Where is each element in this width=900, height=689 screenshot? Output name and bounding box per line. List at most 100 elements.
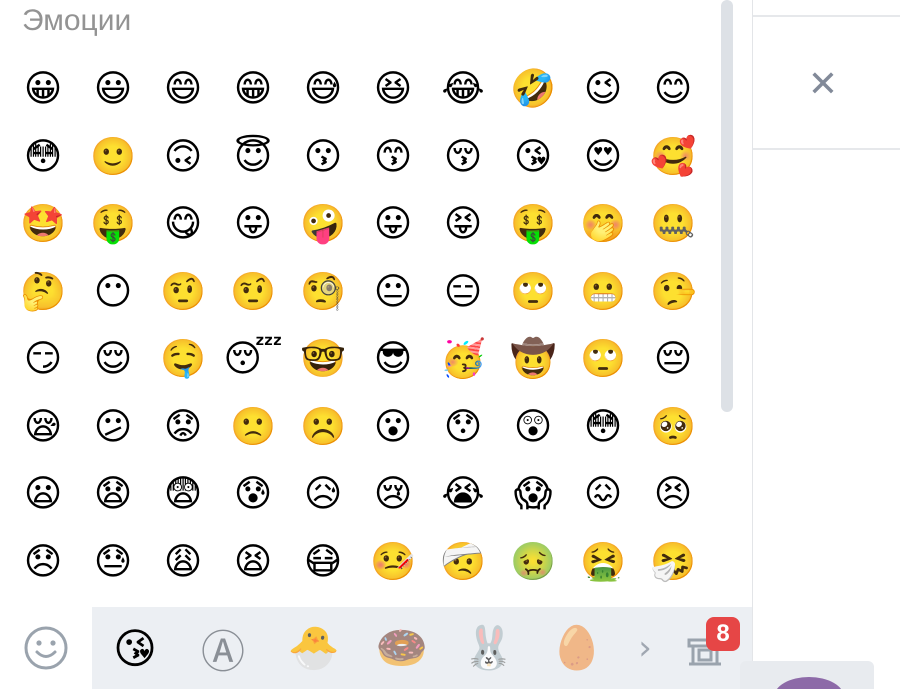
store-badge: 8 xyxy=(706,617,740,651)
emoji-item[interactable]: 😋 xyxy=(148,190,218,258)
emoji-item[interactable]: 🤨 xyxy=(218,258,288,326)
emoji-item[interactable]: 😢 xyxy=(358,460,428,528)
emoji-item[interactable]: 😮 xyxy=(358,393,428,461)
emoji-tab[interactable] xyxy=(0,607,92,689)
emoji-item[interactable]: 🤨 xyxy=(148,258,218,326)
emoji-grid: 😀 😃 😄 😁 😅 😆 😂 🤣 😉 😊 😳 🙂 🙃 😇 😗 😙 😚 😘 😍 🥰 🤩 🤑 😋 😛 🤪 😛 😝 🤑 🤭 🤐 🤔 😶 🤨 🤨 🧐 😐 😑 🙄 😬 🤥… xyxy=(8,55,708,595)
scrollbar-thumb[interactable] xyxy=(721,0,733,412)
emoji-item[interactable]: 🤭 xyxy=(568,190,638,258)
emoji-item[interactable]: 🤠 xyxy=(498,325,568,393)
emoji-item[interactable]: 😔 xyxy=(638,325,708,393)
emoji-item[interactable]: 😫 xyxy=(218,528,288,596)
emoji-item[interactable]: 😩 xyxy=(148,528,218,596)
emoji-item[interactable]: 😧 xyxy=(78,460,148,528)
sticker-packs-bar: 😘 Ⓐ 🐣 🍩 🐰 🥚 › 8 xyxy=(92,607,752,689)
emoji-item[interactable]: 🤒 xyxy=(358,528,428,596)
emoji-item[interactable]: 😖 xyxy=(568,460,638,528)
emoji-item[interactable]: 😳 xyxy=(568,393,638,461)
emoji-item[interactable]: 😣 xyxy=(638,460,708,528)
emoji-item[interactable]: 😀 xyxy=(8,55,78,123)
emoji-item[interactable]: 😗 xyxy=(288,123,358,191)
emoji-item[interactable]: 😥 xyxy=(288,460,358,528)
avatar xyxy=(774,677,844,689)
emoji-item[interactable]: 🙁 xyxy=(218,393,288,461)
emoji-item[interactable]: 😟 xyxy=(148,393,218,461)
emoji-item[interactable]: 🤑 xyxy=(78,190,148,258)
close-icon[interactable]: ✕ xyxy=(805,64,841,105)
section-title: Эмоции xyxy=(22,4,132,37)
emoji-picker: Эмоции 😀 😃 😄 😁 😅 😆 😂 🤣 😉 😊 😳 🙂 🙃 😇 😗 😙 😚 😘 😍 🥰 🤩 🤑 😋 😛 🤪 😛 😝 🤑 🤭 🤐 🤔 😶 🤨… xyxy=(0,0,752,689)
emoji-item[interactable]: 🤕 xyxy=(428,528,498,596)
emoji-item[interactable]: 😐 xyxy=(358,258,428,326)
emoji-item[interactable]: 🤢 xyxy=(498,528,568,596)
emoji-item[interactable]: 🤩 xyxy=(8,190,78,258)
emoji-item[interactable]: 🤐 xyxy=(638,190,708,258)
emoji-item[interactable]: 🤥 xyxy=(638,258,708,326)
emoji-item[interactable]: 🙃 xyxy=(148,123,218,191)
picker-tab-bar: 😘 Ⓐ 🐣 🍩 🐰 🥚 › 8 xyxy=(0,607,752,689)
emoji-item[interactable]: 😞 xyxy=(8,528,78,596)
emoji-item[interactable]: 😍 xyxy=(568,123,638,191)
emoji-item[interactable]: 🤣 xyxy=(498,55,568,123)
emoji-item[interactable]: 😑 xyxy=(428,258,498,326)
egg-sticker-icon[interactable]: 🥚 xyxy=(542,607,612,689)
emoji-item[interactable]: 🤮 xyxy=(568,528,638,596)
emoji-item[interactable]: 😲 xyxy=(498,393,568,461)
emoji-item[interactable]: 🤓 xyxy=(288,325,358,393)
emoji-item[interactable]: 😂 xyxy=(428,55,498,123)
kiss-sticker-icon[interactable]: 😘 xyxy=(100,607,170,689)
emoji-item[interactable]: 😭 xyxy=(428,460,498,528)
donut-sticker-icon[interactable]: 🍩 xyxy=(367,607,437,689)
emoji-item[interactable]: 😆 xyxy=(358,55,428,123)
emoji-item[interactable]: 😄 xyxy=(148,55,218,123)
attachment-thumbnail[interactable] xyxy=(740,661,874,689)
emoji-item[interactable]: ☹️ xyxy=(288,393,358,461)
emoji-item[interactable]: 🙄 xyxy=(498,258,568,326)
emoji-item[interactable]: 😱 xyxy=(498,460,568,528)
emoji-item[interactable]: 😷 xyxy=(288,528,358,596)
emoji-item[interactable]: 😛 xyxy=(358,190,428,258)
emoji-item[interactable]: 😊 xyxy=(638,55,708,123)
emoji-item[interactable]: 😃 xyxy=(78,55,148,123)
emoji-item[interactable]: 😛 xyxy=(218,190,288,258)
emoji-item[interactable]: 🤤 xyxy=(148,325,218,393)
emoji-item[interactable]: 😪 xyxy=(8,393,78,461)
emoji-item[interactable]: 😦 xyxy=(8,460,78,528)
chick-sticker-icon[interactable]: 🐣 xyxy=(279,607,349,689)
emoji-item[interactable]: 😚 xyxy=(428,123,498,191)
emoji-item[interactable]: 😌 xyxy=(78,325,148,393)
emoji-item[interactable]: 🙂 xyxy=(78,123,148,191)
emoji-item[interactable]: 😘 xyxy=(498,123,568,191)
emoji-item[interactable]: 😓 xyxy=(78,528,148,596)
chevron-right-icon[interactable]: › xyxy=(622,607,668,689)
emoji-item[interactable]: 😶 xyxy=(78,258,148,326)
emoji-item[interactable]: 🙄 xyxy=(568,325,638,393)
emoji-item[interactable]: 😙 xyxy=(358,123,428,191)
emoji-item[interactable]: 😎 xyxy=(358,325,428,393)
emoji-item[interactable]: 😰 xyxy=(218,460,288,528)
avengers-sticker-icon[interactable]: Ⓐ xyxy=(188,607,258,689)
emoji-item[interactable]: 😳 xyxy=(8,123,78,191)
emoji-item[interactable]: 😉 xyxy=(568,55,638,123)
bunny-sticker-icon[interactable]: 🐰 xyxy=(454,607,524,689)
emoji-item[interactable]: 😕 xyxy=(78,393,148,461)
emoji-item[interactable]: 😁 xyxy=(218,55,288,123)
divider xyxy=(753,15,900,17)
emoji-item[interactable]: 🤔 xyxy=(8,258,78,326)
emoji-item[interactable]: 🤑 xyxy=(498,190,568,258)
emoji-item[interactable]: 🤧 xyxy=(638,528,708,596)
smiley-outline-icon xyxy=(24,626,68,670)
emoji-item[interactable]: 🥰 xyxy=(638,123,708,191)
emoji-item[interactable]: 😝 xyxy=(428,190,498,258)
emoji-item[interactable]: 😇 xyxy=(218,123,288,191)
emoji-item[interactable]: 😅 xyxy=(288,55,358,123)
emoji-item[interactable]: 🥳 xyxy=(428,325,498,393)
emoji-item[interactable]: 😬 xyxy=(568,258,638,326)
emoji-item[interactable]: 🤪 xyxy=(288,190,358,258)
emoji-item[interactable]: 🧐 xyxy=(288,258,358,326)
emoji-item[interactable]: 😏 xyxy=(8,325,78,393)
emoji-item[interactable]: 😴 xyxy=(218,325,288,393)
emoji-item[interactable]: 😯 xyxy=(428,393,498,461)
emoji-item[interactable]: 🥺 xyxy=(638,393,708,461)
emoji-item[interactable]: 😨 xyxy=(148,460,218,528)
